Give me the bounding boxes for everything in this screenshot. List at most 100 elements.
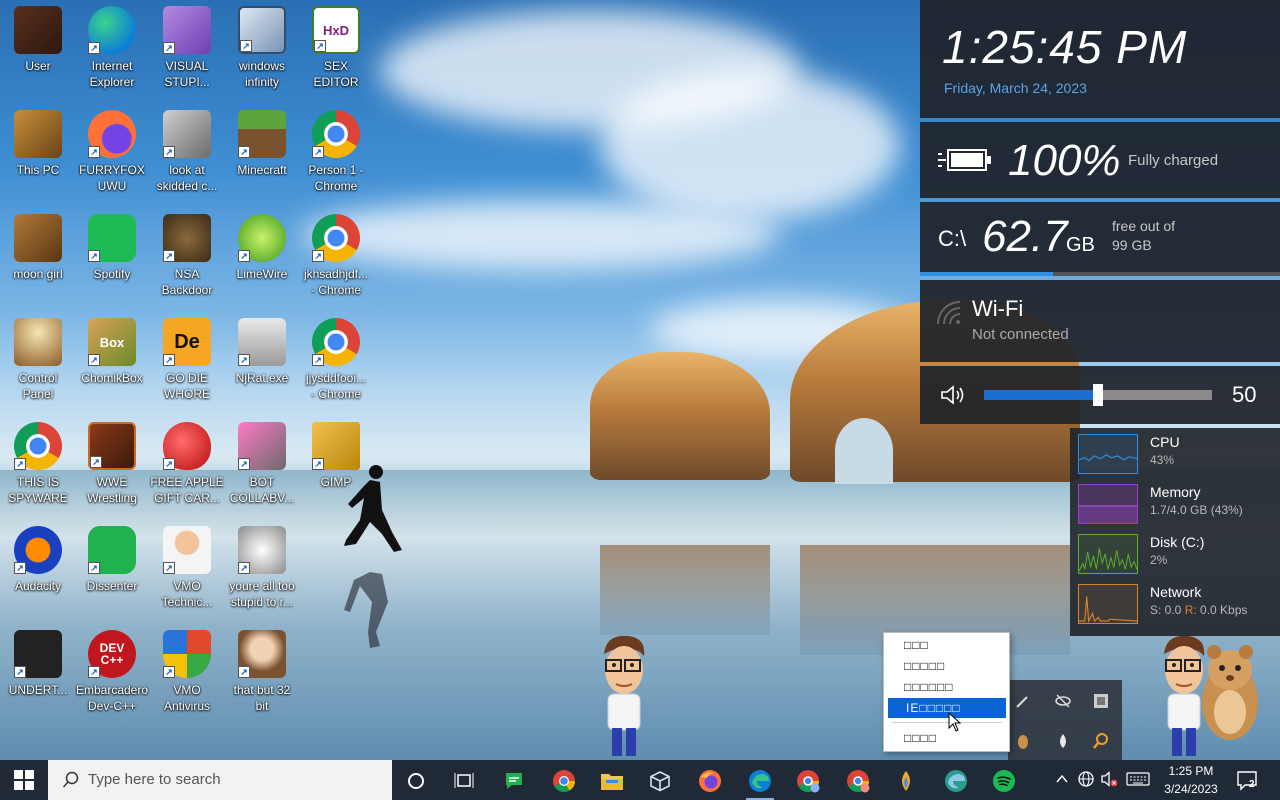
desktop-icon[interactable]: ↗ that but 32 bit <box>224 626 300 726</box>
spotify-icon <box>993 770 1015 792</box>
desktop-icon-label: NSA Backdoor <box>161 267 213 297</box>
hamster-tray-icon[interactable] <box>1014 732 1032 750</box>
menu-item-selected[interactable]: IE□□□□□ <box>888 698 1006 718</box>
shortcut-arrow-icon: ↗ <box>88 250 100 262</box>
cortana-button[interactable] <box>396 764 436 798</box>
desktop-icon-label: FREE APPLE GIFT CAR... <box>150 475 224 505</box>
hamster-character <box>1202 645 1258 740</box>
perf-value: 2% <box>1150 553 1168 567</box>
shortcut-arrow-icon: ↗ <box>163 146 175 158</box>
desktop-icon[interactable]: HxD ↗ SEX EDITOR <box>298 2 374 102</box>
taskbar-droplet-app[interactable] <box>886 764 926 798</box>
notification-icon <box>1237 771 1257 791</box>
menu-item[interactable]: □□□□□ <box>888 656 1006 676</box>
desktop-icon[interactable]: ↗ NjRat.exe <box>224 314 300 414</box>
desktop-icon[interactable]: ↗ FREE APPLE GIFT CAR... <box>149 418 225 518</box>
magnifier-tray-icon[interactable] <box>1092 732 1110 750</box>
desktop-icon[interactable]: ↗ look at skidded c... <box>149 106 225 206</box>
desktop-icon[interactable]: This PC <box>0 106 76 206</box>
desktop-icon[interactable]: User <box>0 2 76 102</box>
shortcut-arrow-icon: ↗ <box>312 146 324 158</box>
wifi-disconnected-icon <box>937 301 961 325</box>
volume-slider-thumb[interactable] <box>1093 384 1103 406</box>
taskbar-date[interactable]: 3/24/2023 <box>1156 782 1226 796</box>
taskbar-edge-dev[interactable] <box>936 764 976 798</box>
desktop-icon[interactable]: ↗ youre all too stupid to r... <box>224 522 300 622</box>
taskbar-3d-viewer[interactable] <box>640 764 680 798</box>
desktop-icon-label: User <box>25 59 51 73</box>
globe-network-icon[interactable] <box>1077 770 1095 788</box>
volume-widget: 50 <box>920 366 1280 424</box>
perf-name: Disk (C:) <box>1150 534 1205 550</box>
desktop-icon-label: WWE Wrestling <box>87 475 137 505</box>
action-center-button[interactable]: 2 <box>1236 770 1260 792</box>
desktop-icon[interactable]: ↗ VMO Antivirus <box>149 626 225 726</box>
desktop-icon[interactable]: ↗ Minecraft <box>224 106 300 206</box>
desktop-icon[interactable]: ↗ VISUAL STUPI... <box>149 2 225 102</box>
task-view-icon <box>454 773 474 788</box>
shortcut-arrow-icon: ↗ <box>163 250 175 262</box>
chrome-profile-icon <box>797 770 820 793</box>
shortcut-arrow-icon: ↗ <box>163 666 175 678</box>
desktop-icon[interactable]: ↗ GIMP <box>298 418 374 518</box>
desktop-icon[interactable]: ↗ BOT COLLABV... <box>224 418 300 518</box>
desktop-icon[interactable]: DEV C++ ↗ Embarcadero Dev-C++ <box>74 626 150 726</box>
taskbar-time[interactable]: 1:25 PM <box>1156 764 1226 778</box>
perf-row-network[interactable]: Network S: 0.0 R: 0.0 Kbps <box>1078 584 1278 628</box>
keyboard-icon[interactable] <box>1126 770 1150 788</box>
desktop-icon[interactable]: ↗ UNDERT... <box>0 626 76 726</box>
perf-row-disk[interactable]: Disk (C:) 2% <box>1078 534 1278 578</box>
desktop-icon[interactable]: ↗ jjysddfooi... - Chrome <box>298 314 374 414</box>
taskbar-spotify[interactable] <box>984 764 1024 798</box>
desktop-icon[interactable]: ↗ Internet Explorer <box>74 2 150 102</box>
menu-item[interactable]: □□□ <box>888 635 1006 655</box>
desktop-icon[interactable]: De ↗ GO DIE WHORE <box>149 314 225 414</box>
battery-percent: 100% <box>1008 136 1121 185</box>
desktop-icon[interactable]: ↗ THIS IS SPYWARE <box>0 418 76 518</box>
desktop-icon[interactable]: ↗ jkhsadhjdf... - Chrome <box>298 210 374 310</box>
edge-ie-icon: ↗ <box>88 6 136 54</box>
taskbar-search-box[interactable]: Type here to search <box>48 760 392 800</box>
desktop-icon[interactable]: ↗ Person 1 - Chrome <box>298 106 374 206</box>
desktop-icon[interactable]: Box ↗ ChomikBox <box>74 314 150 414</box>
desktop-icon-label: Audacity <box>14 579 62 593</box>
taskbar-firefox[interactable] <box>690 764 730 798</box>
taskbar-chrome-profile-2[interactable] <box>838 764 878 798</box>
wifi-widget[interactable]: Wi-Fi Not connected <box>920 280 1280 362</box>
taskbar-edge[interactable] <box>740 764 780 800</box>
shortcut-arrow-icon: ↗ <box>14 458 26 470</box>
desktop-icon[interactable]: ↗ NSA Backdoor <box>149 210 225 310</box>
desktop-icon-label: Dissenter <box>86 579 138 593</box>
start-button[interactable] <box>0 760 48 800</box>
task-view-button[interactable] <box>444 764 484 798</box>
menu-item[interactable]: □□□□ <box>888 728 1006 748</box>
desktop-icon[interactable]: ↗ Spotify <box>74 210 150 310</box>
desktop-icon[interactable]: ↗ WWE Wrestling <box>74 418 150 518</box>
taskbar-file-explorer[interactable] <box>592 764 632 798</box>
desktop-icon-label: jjysddfooi... - Chrome <box>305 371 367 401</box>
droplet-icon[interactable] <box>1054 732 1072 750</box>
shortcut-arrow-icon: ↗ <box>88 42 100 54</box>
desktop-icon[interactable]: ↗ windows infinity <box>224 2 300 102</box>
menu-item[interactable]: □□□□□□ <box>888 677 1006 697</box>
taskbar-dissenter[interactable] <box>494 764 534 798</box>
desktop-icon[interactable]: ↗ FURRYFOX UWU <box>74 106 150 206</box>
pen-icon[interactable] <box>1014 692 1032 710</box>
volume-muted-icon[interactable] <box>1100 770 1118 788</box>
desktop-icon[interactable]: Control Panel <box>0 314 76 414</box>
taskbar-chrome-profile[interactable] <box>788 764 828 798</box>
chevron-up-icon[interactable] <box>1053 770 1071 788</box>
eye-hidden-icon[interactable] <box>1054 692 1072 710</box>
desktop-icon[interactable]: ↗ LimeWire <box>224 210 300 310</box>
perf-row-cpu[interactable]: CPU 43% <box>1078 434 1278 478</box>
desktop-icon-label: VISUAL STUPI... <box>164 59 210 89</box>
desktop-icon[interactable]: ↗ Audacity <box>0 522 76 622</box>
taskbar-chrome[interactable] <box>544 764 584 798</box>
desktop-icon[interactable]: ↗ Dissenter <box>74 522 150 622</box>
desktop-icon[interactable]: moon girl <box>0 210 76 310</box>
app-tray-icon[interactable] <box>1092 692 1110 710</box>
perf-row-memory[interactable]: Memory 1.7/4.0 GB (43%) <box>1078 484 1278 528</box>
speaker-icon[interactable] <box>940 384 966 406</box>
desktop-icon[interactable]: ↗ VMO Technic... <box>149 522 225 622</box>
limewire-icon: ↗ <box>238 214 286 262</box>
